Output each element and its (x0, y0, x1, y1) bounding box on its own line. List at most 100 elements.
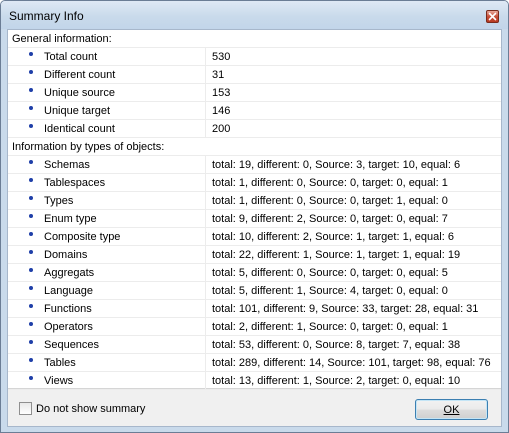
summary-row[interactable]: Tablespaces total: 1, different: 0, Sourc… (8, 174, 501, 192)
summary-row[interactable]: Composite type total: 10, different: 2, S… (8, 228, 501, 246)
bullet-icon (29, 178, 33, 182)
column-divider (205, 102, 206, 120)
row-value: total: 1, different: 0, Source: 0, targe… (212, 195, 448, 207)
column-divider (205, 174, 206, 192)
column-divider (205, 156, 206, 174)
row-value: 200 (212, 123, 231, 135)
bullet-icon (29, 340, 33, 344)
column-divider (205, 318, 206, 336)
summary-info-dialog: Summary Info General information: Total c… (0, 0, 509, 433)
summary-row[interactable]: Functions total: 101, different: 9, Sourc… (8, 300, 501, 318)
row-value: 153 (212, 87, 231, 99)
summary-row[interactable]: Unique source 153 (8, 84, 501, 102)
column-divider (205, 228, 206, 246)
row-label: Tablespaces (44, 177, 106, 189)
summary-row[interactable]: Aggregats total: 5, different: 0, Source:… (8, 264, 501, 282)
column-divider (205, 372, 206, 390)
row-label: Operators (44, 321, 93, 333)
row-value: total: 2, different: 1, Source: 0, targe… (212, 321, 448, 333)
summary-row[interactable]: Different count 31 (8, 66, 501, 84)
row-value: total: 5, different: 0, Source: 0, targe… (212, 267, 448, 279)
do-not-show-summary-checkbox[interactable] (19, 402, 32, 415)
row-label: Identical count (44, 123, 115, 135)
row-label: Enum type (44, 213, 97, 225)
bullet-icon (29, 196, 33, 200)
column-divider (205, 354, 206, 372)
bullet-icon (29, 268, 33, 272)
summary-row[interactable]: Operators total: 2, different: 1, Source:… (8, 318, 501, 336)
row-label: Language (44, 285, 93, 297)
summary-row[interactable]: Unique target 146 (8, 102, 501, 120)
row-label: Tables (44, 357, 76, 369)
row-label: Types (44, 195, 74, 207)
close-button[interactable] (486, 10, 499, 23)
column-divider (205, 84, 206, 102)
summary-row[interactable]: Enum type total: 9, different: 2, Source:… (8, 210, 501, 228)
bullet-icon (29, 52, 33, 56)
row-label: Domains (44, 249, 88, 261)
section-information-by-types: Information by types of objects: (8, 138, 501, 156)
column-divider (205, 48, 206, 66)
column-divider (205, 336, 206, 354)
section-heading: General information: (12, 33, 112, 45)
row-label: Views (44, 375, 74, 387)
summary-row[interactable]: Language total: 5, different: 1, Source: … (8, 282, 501, 300)
do-not-show-summary-label[interactable]: Do not show summary (36, 403, 145, 415)
row-label: Composite type (44, 231, 121, 243)
bullet-icon (29, 160, 33, 164)
bullet-icon (29, 250, 33, 254)
summary-row[interactable]: Total count 530 (8, 48, 501, 66)
title-bar[interactable]: Summary Info (1, 1, 508, 29)
summary-row[interactable]: Domains total: 22, different: 1, Source: … (8, 246, 501, 264)
column-divider (205, 246, 206, 264)
summary-row[interactable]: Sequences total: 53, different: 0, Source… (8, 336, 501, 354)
row-value: total: 53, different: 0, Source: 8, targ… (212, 339, 461, 351)
row-value: total: 19, different: 0, Source: 3, targ… (212, 159, 461, 171)
dialog-title: Summary Info (9, 9, 84, 23)
summary-row[interactable]: Tables total: 289, different: 14, Source:… (8, 354, 501, 372)
row-label: Aggregats (44, 267, 95, 279)
row-value: total: 1, different: 0, Source: 0, targe… (212, 177, 448, 189)
bullet-icon (29, 124, 33, 128)
bullet-icon (29, 304, 33, 308)
row-label: Functions (44, 303, 92, 315)
row-value: total: 101, different: 9, Source: 33, ta… (212, 303, 479, 315)
row-value: total: 5, different: 1, Source: 4, targe… (212, 285, 448, 297)
column-divider (205, 282, 206, 300)
column-divider (205, 120, 206, 138)
row-value: total: 9, different: 2, Source: 0, targe… (212, 213, 448, 225)
summary-row[interactable]: Types total: 1, different: 0, Source: 0, … (8, 192, 501, 210)
row-value: 146 (212, 105, 231, 117)
column-divider (205, 264, 206, 282)
section-heading: Information by types of objects: (12, 141, 165, 153)
bullet-icon (29, 106, 33, 110)
bullet-icon (29, 70, 33, 74)
row-value: total: 13, different: 1, Source: 2, targ… (212, 375, 461, 387)
bullet-icon (29, 322, 33, 326)
column-divider (205, 66, 206, 84)
row-label: Unique source (44, 87, 115, 99)
row-label: Schemas (44, 159, 90, 171)
column-divider (205, 192, 206, 210)
summary-grid[interactable]: General information: Total count 530 Differ… (8, 30, 501, 390)
row-value: total: 10, different: 2, Source: 1, targ… (212, 231, 454, 243)
ok-button-label: OK (443, 403, 460, 416)
summary-row[interactable]: Identical count 200 (8, 120, 501, 138)
column-divider (205, 300, 206, 318)
row-value: 31 (212, 69, 225, 81)
bullet-icon (29, 214, 33, 218)
row-label: Different count (44, 69, 116, 81)
summary-row[interactable]: Views total: 13, different: 1, Source: 2,… (8, 372, 501, 390)
row-value: 530 (212, 51, 231, 63)
bullet-icon (29, 376, 33, 380)
column-divider (205, 210, 206, 228)
ok-button[interactable]: OK (415, 399, 488, 420)
bullet-icon (29, 232, 33, 236)
summary-row[interactable]: Schemas total: 19, different: 0, Source: … (8, 156, 501, 174)
bullet-icon (29, 286, 33, 290)
close-icon (488, 12, 497, 21)
row-label: Total count (44, 51, 98, 63)
bullet-icon (29, 88, 33, 92)
row-value: total: 22, different: 1, Source: 1, targ… (212, 249, 461, 261)
bullet-icon (29, 358, 33, 362)
